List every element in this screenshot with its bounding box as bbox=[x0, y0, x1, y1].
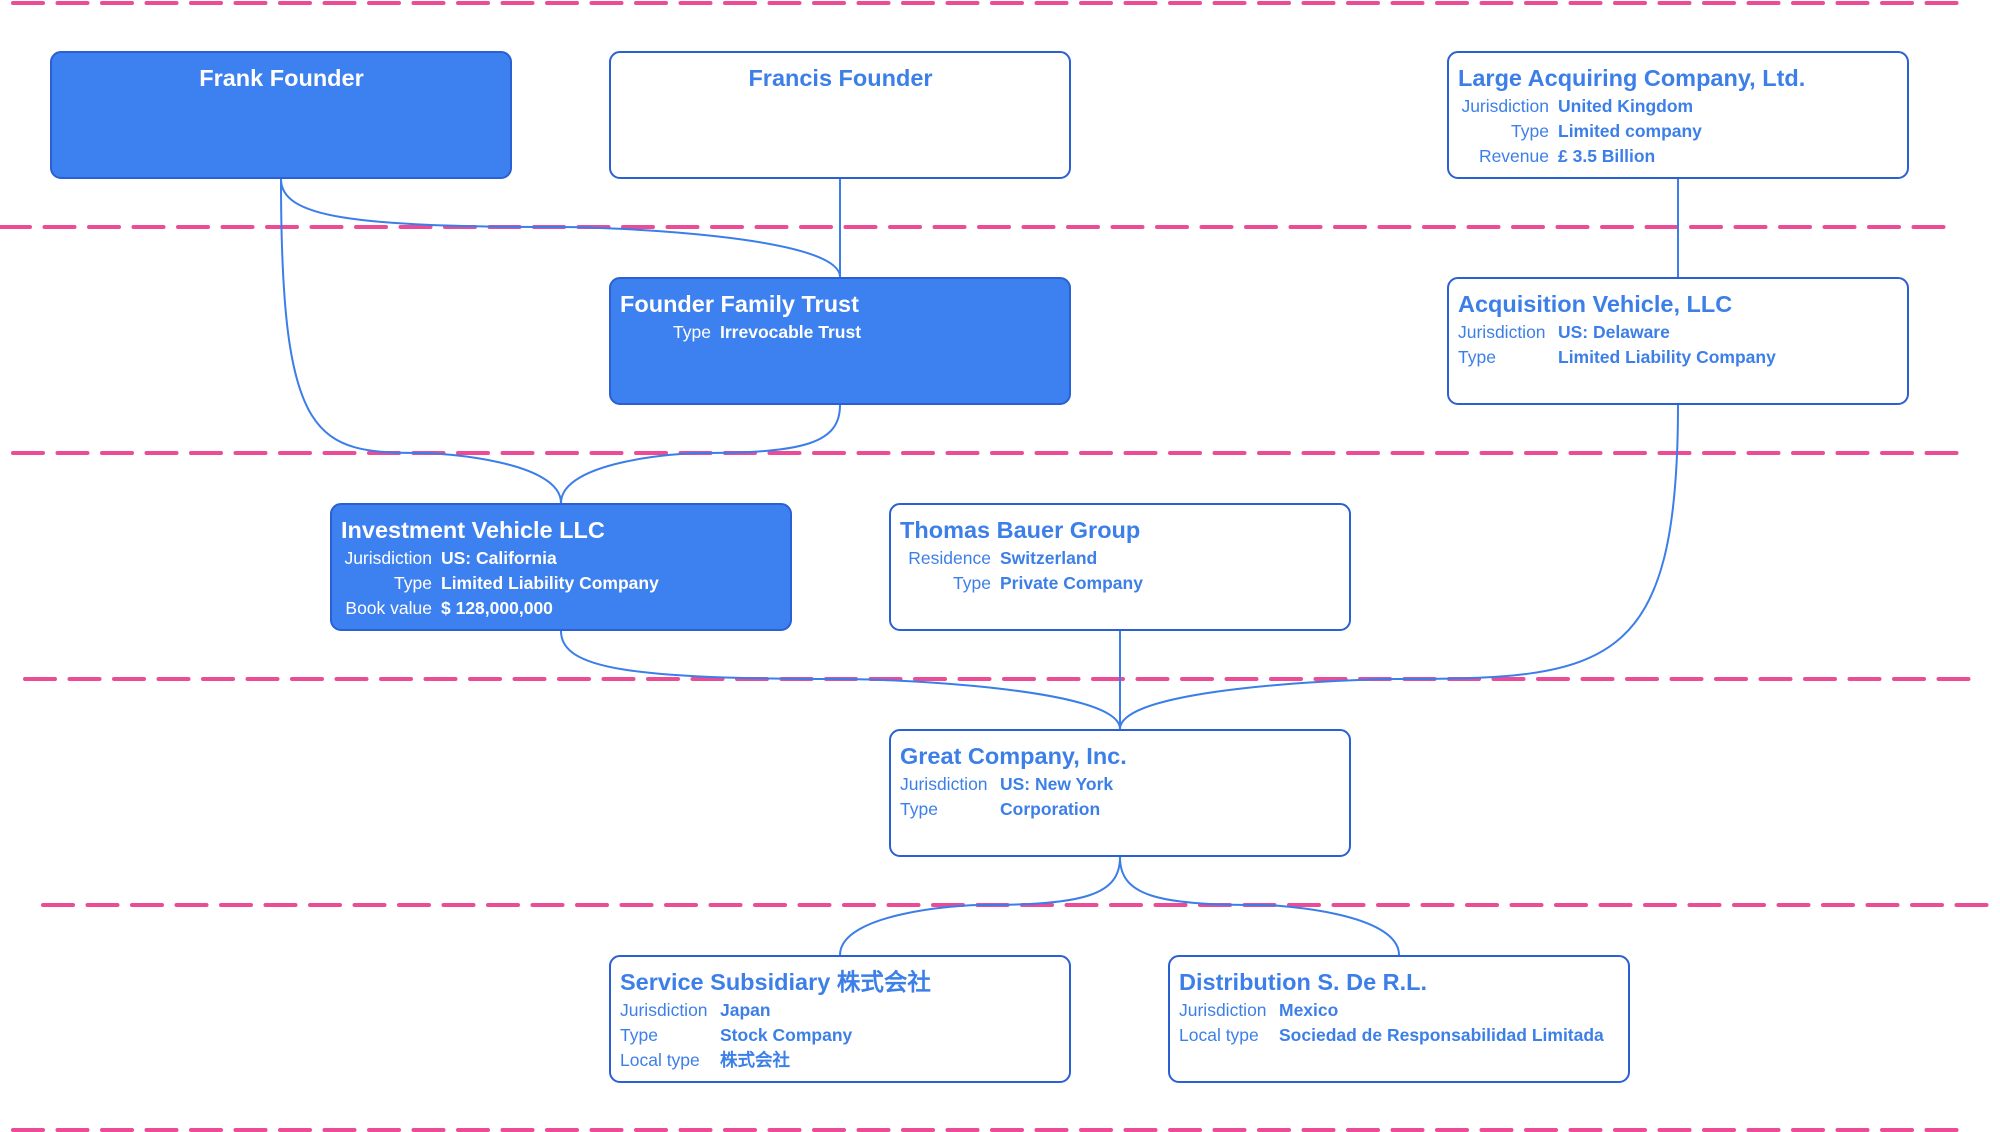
attribute-label: Jurisdiction bbox=[1461, 96, 1549, 116]
attribute-row: Type Limited Liability Company bbox=[1458, 345, 1899, 370]
entity-title: Great Company, Inc. bbox=[900, 743, 1127, 769]
ownership-diagram: Frank Founder Francis Founder Large Acqu… bbox=[0, 0, 2000, 1132]
attribute-value: 株式会社 bbox=[720, 1050, 790, 1070]
entity-node-thomas-bauer-group[interactable]: Thomas Bauer Group Residence Switzerland… bbox=[889, 503, 1351, 631]
entity-node-acquisition-vehicle[interactable]: Acquisition Vehicle, LLC Jurisdiction US… bbox=[1447, 277, 1909, 405]
attribute-label: Jurisdiction bbox=[1179, 1000, 1267, 1020]
attribute-label: Type bbox=[673, 322, 711, 342]
entity-title: Acquisition Vehicle, LLC bbox=[1458, 291, 1733, 317]
attribute-row: Type Corporation bbox=[900, 797, 1341, 822]
attribute-label: Jurisdiction bbox=[344, 548, 432, 568]
attribute-label: Type bbox=[953, 573, 991, 593]
attribute-value: Stock Company bbox=[720, 1025, 853, 1045]
attribute-label: Revenue bbox=[1478, 146, 1549, 166]
attribute-label: Jurisdiction bbox=[1458, 322, 1546, 342]
attribute-label: Type bbox=[1458, 347, 1496, 367]
entity-attributes: Jurisdiction Mexico Local type Sociedad … bbox=[1179, 998, 1620, 1048]
attribute-value: Sociedad de Responsabilidad Limitada bbox=[1279, 1025, 1604, 1045]
attribute-row: Jurisdiction United Kingdom bbox=[1458, 94, 1899, 119]
attribute-label: Type bbox=[900, 799, 938, 819]
attribute-row: Jurisdiction US: Delaware bbox=[1458, 320, 1899, 345]
attribute-value: US: New York bbox=[1000, 774, 1114, 794]
entity-attributes: Type Irrevocable Trust bbox=[620, 320, 1061, 345]
entity-title: Thomas Bauer Group bbox=[900, 517, 1141, 543]
attribute-label: Local type bbox=[1179, 1025, 1259, 1045]
attribute-value: US: California bbox=[441, 548, 557, 568]
attribute-value: $ 128,000,000 bbox=[441, 598, 553, 618]
entity-node-great-company[interactable]: Great Company, Inc. Jurisdiction US: New… bbox=[889, 729, 1351, 857]
entity-title: Founder Family Trust bbox=[620, 291, 859, 317]
attribute-value: Limited company bbox=[1558, 121, 1702, 141]
entity-title: Large Acquiring Company, Ltd. bbox=[1458, 65, 1806, 91]
attribute-value: £ 3.5 Billion bbox=[1558, 146, 1656, 166]
entity-node-investment-vehicle[interactable]: Investment Vehicle LLC Jurisdiction US: … bbox=[330, 503, 792, 631]
attribute-row: Residence Switzerland bbox=[900, 546, 1341, 571]
attribute-label: Type bbox=[394, 573, 432, 593]
entity-attributes: Jurisdiction United Kingdom Type Limited… bbox=[1458, 94, 1899, 169]
attribute-value: Japan bbox=[720, 1000, 771, 1020]
attribute-row: Type Limited Liability Company bbox=[341, 571, 782, 596]
attribute-label: Type bbox=[1511, 121, 1549, 141]
entity-node-service-subsidiary[interactable]: Service Subsidiary 株式会社 Jurisdiction Jap… bbox=[609, 955, 1071, 1083]
attribute-row: Revenue £ 3.5 Billion bbox=[1458, 144, 1899, 169]
entity-title: Francis Founder bbox=[748, 65, 933, 91]
attribute-row: Local type Sociedad de Responsabilidad L… bbox=[1179, 1023, 1620, 1048]
entity-node-francis-founder[interactable]: Francis Founder bbox=[609, 51, 1071, 179]
attribute-row: Type Irrevocable Trust bbox=[620, 320, 1061, 345]
attribute-label: Jurisdiction bbox=[620, 1000, 708, 1020]
attribute-row: Type Stock Company bbox=[620, 1023, 1061, 1048]
entity-node-distribution[interactable]: Distribution S. De R.L. Jurisdiction Mex… bbox=[1168, 955, 1630, 1083]
attribute-row: Type Private Company bbox=[900, 571, 1341, 596]
attribute-value: Switzerland bbox=[1000, 548, 1098, 568]
attribute-label: Type bbox=[620, 1025, 658, 1045]
entity-title: Frank Founder bbox=[199, 65, 364, 91]
entity-attributes: Residence Switzerland Type Private Compa… bbox=[900, 546, 1341, 596]
attribute-value: Irrevocable Trust bbox=[720, 322, 862, 342]
attribute-value: Mexico bbox=[1279, 1000, 1339, 1020]
entity-attributes: Jurisdiction US: Delaware Type Limited L… bbox=[1458, 320, 1899, 370]
entity-node-frank-founder[interactable]: Frank Founder bbox=[50, 51, 512, 179]
entity-attributes: Jurisdiction Japan Type Stock Company Lo… bbox=[620, 998, 1061, 1073]
entity-node-large-acquiring-company[interactable]: Large Acquiring Company, Ltd. Jurisdicti… bbox=[1447, 51, 1909, 179]
attribute-row: Book value $ 128,000,000 bbox=[341, 596, 782, 621]
attribute-label: Residence bbox=[908, 548, 991, 568]
attribute-value: Private Company bbox=[1000, 573, 1143, 593]
attribute-value: US: Delaware bbox=[1558, 322, 1670, 342]
attribute-value: Limited Liability Company bbox=[441, 573, 659, 593]
entity-title: Distribution S. De R.L. bbox=[1179, 969, 1428, 995]
attribute-label: Jurisdiction bbox=[900, 774, 988, 794]
attribute-row: Jurisdiction Mexico bbox=[1179, 998, 1620, 1023]
attribute-label: Book value bbox=[345, 598, 432, 618]
entity-attributes: Jurisdiction US: California Type Limited… bbox=[341, 546, 782, 621]
entity-attributes: Jurisdiction US: New York Type Corporati… bbox=[900, 772, 1341, 822]
attribute-row: Jurisdiction Japan bbox=[620, 998, 1061, 1023]
attribute-row: Jurisdiction US: New York bbox=[900, 772, 1341, 797]
entity-title: Investment Vehicle LLC bbox=[341, 517, 605, 543]
attribute-value: United Kingdom bbox=[1558, 96, 1694, 116]
attribute-label: Local type bbox=[620, 1050, 700, 1070]
attribute-row: Local type 株式会社 bbox=[620, 1048, 1061, 1073]
attribute-row: Jurisdiction US: California bbox=[341, 546, 782, 571]
entity-node-founder-family-trust[interactable]: Founder Family Trust Type Irrevocable Tr… bbox=[609, 277, 1071, 405]
attribute-row: Type Limited company bbox=[1458, 119, 1899, 144]
attribute-value: Corporation bbox=[1000, 799, 1101, 819]
ownership-edge-investment-to-great bbox=[560, 630, 1121, 730]
attribute-value: Limited Liability Company bbox=[1558, 347, 1776, 367]
entity-title: Service Subsidiary 株式会社 bbox=[620, 969, 931, 995]
